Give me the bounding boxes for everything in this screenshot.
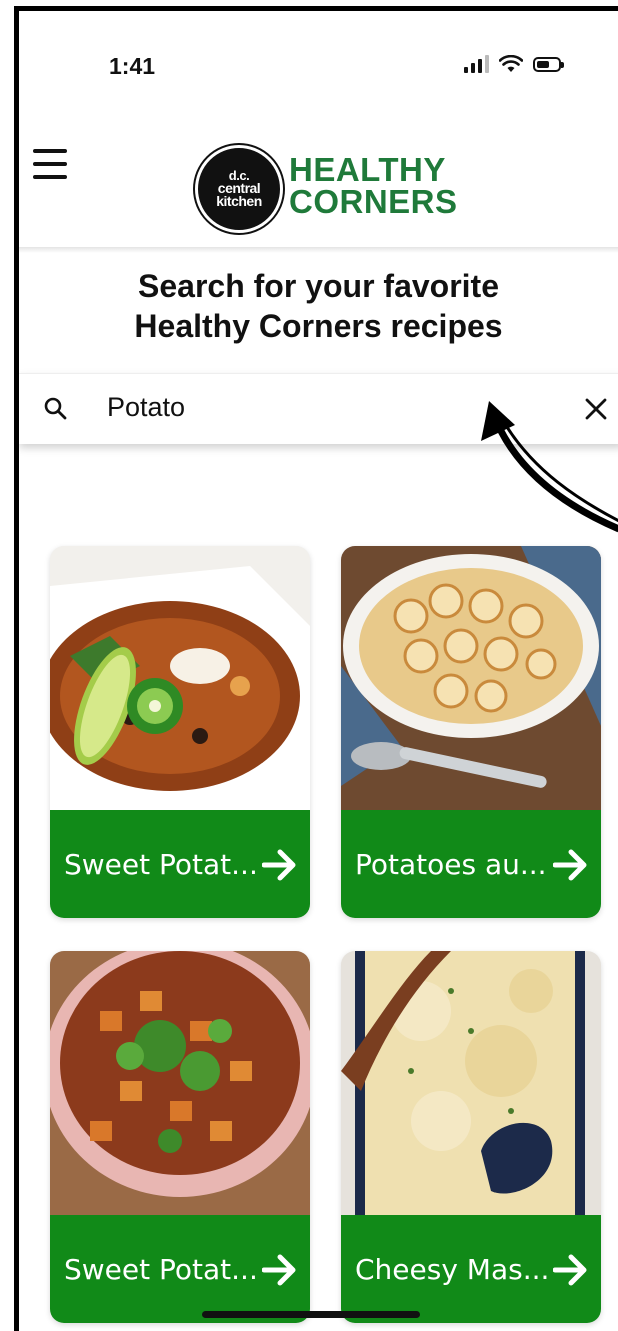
phone-screen: 1:41 d.c. central kitchen HEALTHY CORNER… xyxy=(14,6,618,1331)
home-indicator[interactable] xyxy=(202,1311,420,1318)
dc-central-kitchen-logo: d.c. central kitchen xyxy=(195,145,283,233)
battery-level xyxy=(537,60,549,68)
header-divider xyxy=(19,247,618,253)
brand-name: HEALTHY CORNERS xyxy=(289,151,458,220)
recipe-label: Cheesy Mas... xyxy=(341,1215,601,1323)
brand-line-1: HEALTHY xyxy=(289,151,446,188)
recipe-photo-cheesy-mashed-potatoes xyxy=(341,951,601,1215)
annotation-arrow-icon xyxy=(481,401,618,533)
recipe-card-2[interactable]: Potatoes au... xyxy=(341,546,601,918)
menu-icon[interactable] xyxy=(33,149,67,179)
search-heading-line-1: Search for your favorite xyxy=(138,268,499,304)
recipe-photo-sweet-potato-hash xyxy=(50,951,310,1215)
recipe-title: Potatoes au... xyxy=(355,847,547,881)
search-icon[interactable] xyxy=(43,396,67,420)
status-time: 1:41 xyxy=(109,53,156,79)
recipe-title: Sweet Potat... xyxy=(64,847,258,881)
recipe-title: Sweet Potat... xyxy=(64,1252,258,1286)
recipe-photo-potatoes-au-gratin xyxy=(341,546,601,810)
search-heading-line-2: Healthy Corners recipes xyxy=(134,308,503,344)
logo-line-3: kitchen xyxy=(216,193,262,210)
arrow-right-icon[interactable] xyxy=(553,1253,589,1287)
recipe-card-3[interactable]: Sweet Potat... xyxy=(50,951,310,1323)
signal-icon xyxy=(464,55,489,73)
recipe-card-4[interactable]: Cheesy Mas... xyxy=(341,951,601,1323)
brand-line-2: CORNERS xyxy=(289,183,458,220)
search-input[interactable] xyxy=(107,392,507,423)
recipe-title: Cheesy Mas... xyxy=(355,1252,550,1286)
wifi-icon xyxy=(499,55,523,72)
arrow-right-icon[interactable] xyxy=(553,848,589,882)
status-icons xyxy=(464,55,564,73)
battery-icon xyxy=(533,56,564,72)
recipe-card-1[interactable]: Sweet Potat... xyxy=(50,546,310,918)
recipe-label: Sweet Potat... xyxy=(50,810,310,918)
recipe-label: Sweet Potat... xyxy=(50,1215,310,1323)
arrow-right-icon[interactable] xyxy=(262,1253,298,1287)
recipe-label: Potatoes au... xyxy=(341,810,601,918)
recipe-photo-sweet-potato-soup xyxy=(50,546,310,810)
search-heading: Search for your favorite Healthy Corners… xyxy=(19,266,618,346)
arrow-right-icon[interactable] xyxy=(262,848,298,882)
